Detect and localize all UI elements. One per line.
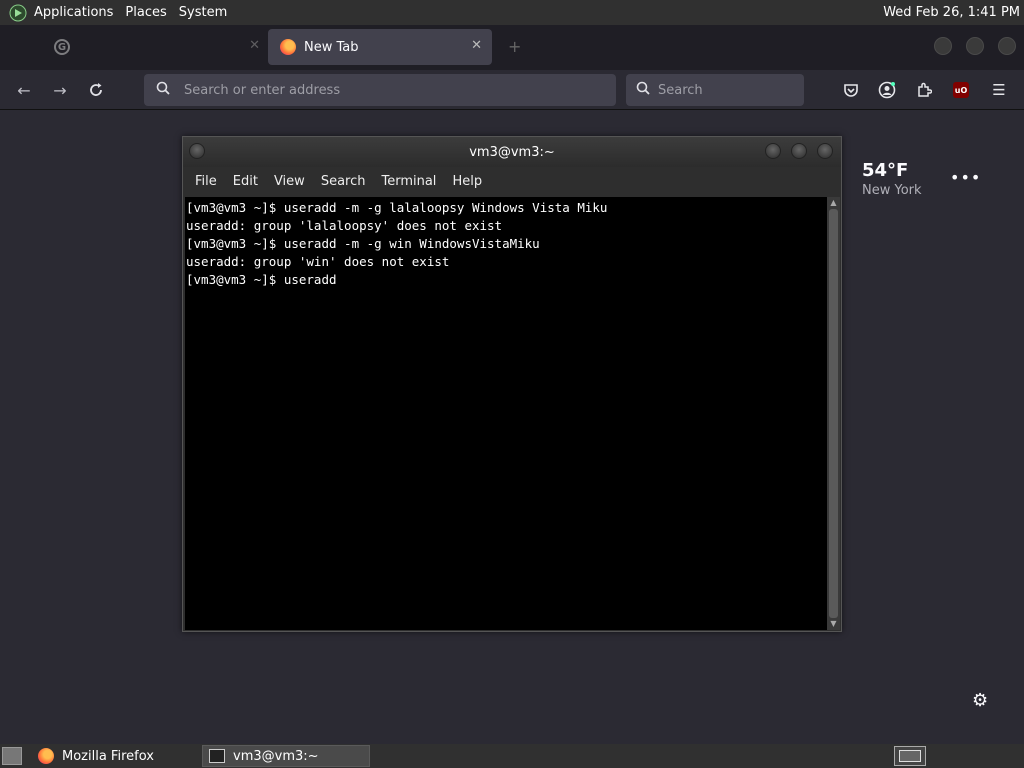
pocket-icon[interactable] [840,79,862,101]
scroll-up-arrow-icon[interactable]: ▲ [827,197,840,209]
url-bar[interactable]: Search or enter address [144,74,616,106]
taskbar-item-label: Mozilla Firefox [62,748,154,764]
menu-terminal[interactable]: Terminal [373,174,444,189]
search-placeholder: Search [658,82,703,98]
back-arrow-icon[interactable]: ← [12,78,36,102]
terminal-menubar: File Edit View Search Terminal Help [183,167,841,195]
scroll-down-arrow-icon[interactable]: ▼ [827,618,840,630]
navigation-toolbar: ← → Search or enter address Search uO ☰ [0,70,1024,110]
tab-list-icon[interactable] [8,37,26,55]
hamburger-menu-icon[interactable]: ☰ [988,79,1010,101]
minimize-button[interactable] [934,37,952,55]
tab-label: New Tab [304,39,359,55]
menu-places[interactable]: Places [119,0,172,25]
taskbar-item-terminal[interactable]: vm3@vm3:~ [202,745,370,767]
terminal-titlebar[interactable]: vm3@vm3:~ [183,137,841,167]
google-icon: G [54,39,70,55]
reload-icon[interactable] [84,78,108,102]
gear-icon[interactable]: ⚙ [972,690,988,711]
terminal-icon [209,749,225,763]
applications-logo-icon[interactable] [8,3,28,23]
search-icon [156,81,170,99]
firefox-icon [280,39,296,55]
terminal-scrollbar[interactable]: ▲ ▼ [827,197,840,630]
terminal-window: vm3@vm3:~ File Edit View Search Terminal… [182,136,842,632]
maximize-button[interactable] [791,143,807,159]
weather-temperature[interactable]: 54°F [862,160,908,181]
menu-search[interactable]: Search [313,174,374,189]
workspace-switcher[interactable] [894,746,926,766]
menu-system[interactable]: System [173,0,233,25]
tab-google[interactable]: G ✕ [40,29,268,65]
search-icon [636,81,650,99]
new-tab-plus-icon[interactable]: + [508,37,521,56]
account-icon[interactable] [876,79,898,101]
close-tab-icon[interactable]: ✕ [471,38,482,53]
terminal-output[interactable]: [vm3@vm3 ~]$ useradd -m -g lalaloopsy Wi… [185,197,827,630]
close-button[interactable] [817,143,833,159]
maximize-button[interactable] [966,37,984,55]
menu-file[interactable]: File [187,174,225,189]
taskbar-item-label: vm3@vm3:~ [233,748,319,764]
top-panel: Applications Places System Wed Feb 26, 1… [0,0,1024,25]
menu-edit[interactable]: Edit [225,174,266,189]
menu-help[interactable]: Help [444,174,490,189]
show-desktop-icon[interactable] [2,747,22,765]
weather-location[interactable]: New York [862,183,922,198]
minimize-button[interactable] [765,143,781,159]
more-options-icon[interactable]: ••• [950,168,981,187]
firefox-icon [38,748,54,764]
bottom-panel: Mozilla Firefox vm3@vm3:~ [0,744,1024,768]
menu-applications[interactable]: Applications [28,0,119,25]
taskbar-item-firefox[interactable]: Mozilla Firefox [32,745,198,767]
tab-new-tab[interactable]: New Tab ✕ [268,29,492,65]
ublock-origin-icon[interactable]: uO [950,79,972,101]
clock[interactable]: Wed Feb 26, 1:41 PM [883,0,1020,25]
menu-view[interactable]: View [266,174,313,189]
close-window-button[interactable] [998,37,1016,55]
extensions-icon[interactable] [913,79,935,101]
forward-arrow-icon[interactable]: → [48,78,72,102]
scrollbar-thumb[interactable] [829,209,838,618]
close-tab-icon[interactable]: ✕ [249,38,260,53]
url-placeholder: Search or enter address [184,82,341,98]
terminal-title: vm3@vm3:~ [469,144,555,160]
browser-tab-bar: G ✕ New Tab ✕ + [0,25,1024,70]
search-bar[interactable]: Search [626,74,804,106]
window-menu-button[interactable] [189,143,205,159]
